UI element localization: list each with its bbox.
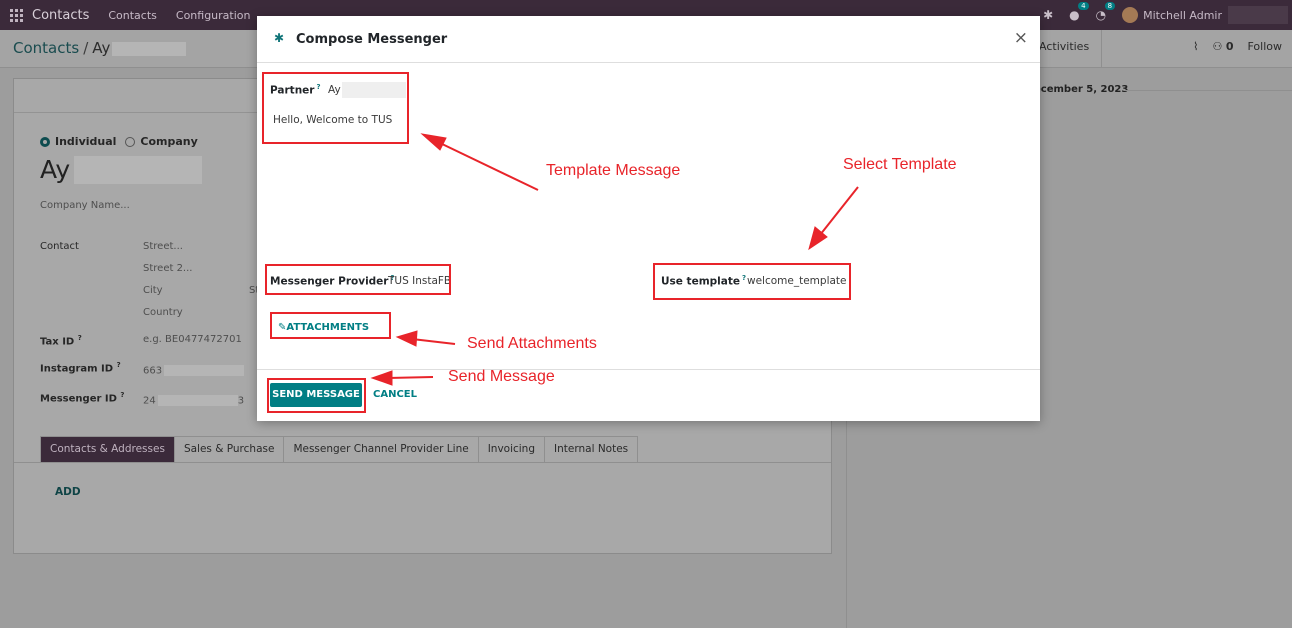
arrow-select-template <box>819 186 859 236</box>
annotation-arrows <box>370 133 859 386</box>
arrow-send-message <box>387 376 434 379</box>
arrow-head <box>420 133 447 151</box>
arrow-template-message <box>439 142 539 191</box>
arrow-head <box>370 370 393 386</box>
arrow-send-attachments <box>411 338 456 345</box>
arrow-head <box>395 330 418 347</box>
